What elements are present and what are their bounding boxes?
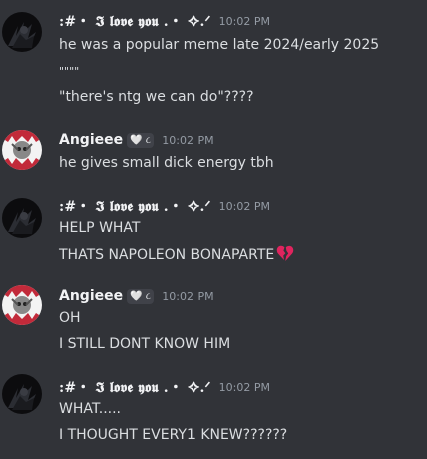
broken-heart-icon[interactable] [276, 245, 294, 267]
message-text: he was a popular meme late 2024/early 20… [59, 37, 380, 53]
timestamp: 10:02 PM [218, 14, 270, 28]
avatar[interactable] [2, 285, 42, 325]
message-header: Angieee 🤍 ૮ 10:02 PM [59, 131, 214, 149]
username[interactable]: Angieee [59, 132, 123, 148]
timestamp: 10:02 PM [162, 133, 214, 147]
message-text: I STILL DONT KNOW HIM [59, 336, 231, 352]
server-tag-badge[interactable]: 🤍 ૮ [127, 132, 155, 148]
timestamp: 10:02 PM [218, 199, 270, 213]
message-text: HELP WHAT [59, 220, 141, 236]
message-text: I THOUGHT EVERY1 KNEW?????? [59, 427, 288, 443]
username[interactable]: Angieee [59, 288, 123, 304]
message-header: :#・ 𝕴 𝖑𝖔𝖛𝖊 𝖞𝖔𝖚 .・ ✧.ᐟ 10:02 PM [59, 12, 270, 30]
message-text: OH [59, 310, 81, 326]
message-text: THATS NAPOLEON BONAPARTE [59, 247, 275, 263]
username[interactable]: :#・ 𝕴 𝖑𝖔𝖛𝖊 𝖞𝖔𝖚 .・ ✧.ᐟ [59, 11, 211, 31]
username[interactable]: :#・ 𝕴 𝖑𝖔𝖛𝖊 𝖞𝖔𝖚 .・ ✧.ᐟ [59, 196, 211, 216]
message-header: :#・ 𝕴 𝖑𝖔𝖛𝖊 𝖞𝖔𝖚 .・ ✧.ᐟ 10:02 PM [59, 378, 270, 396]
message-header: Angieee 🤍 ૮ 10:02 PM [59, 287, 214, 305]
message-text: WHAT..... [59, 401, 122, 417]
avatar[interactable] [2, 374, 42, 414]
message-header: :#・ 𝕴 𝖑𝖔𝖛𝖊 𝖞𝖔𝖚 .・ ✧.ᐟ 10:02 PM [59, 197, 270, 215]
username[interactable]: :#・ 𝕴 𝖑𝖔𝖛𝖊 𝖞𝖔𝖚 .・ ✧.ᐟ [59, 377, 211, 397]
timestamp: 10:02 PM [162, 289, 214, 303]
message-text-with-emoji: THATS NAPOLEON BONAPARTE [59, 245, 294, 267]
avatar[interactable] [2, 12, 42, 52]
server-tag-badge[interactable]: 🤍 ૮ [127, 288, 155, 304]
avatar[interactable] [2, 130, 42, 170]
message-text: "there's ntg we can do"???? [59, 89, 254, 105]
message-text: """" [59, 65, 80, 78]
timestamp: 10:02 PM [218, 380, 270, 394]
message-text: he gives small dick energy tbh [59, 155, 274, 171]
avatar[interactable] [2, 198, 42, 238]
